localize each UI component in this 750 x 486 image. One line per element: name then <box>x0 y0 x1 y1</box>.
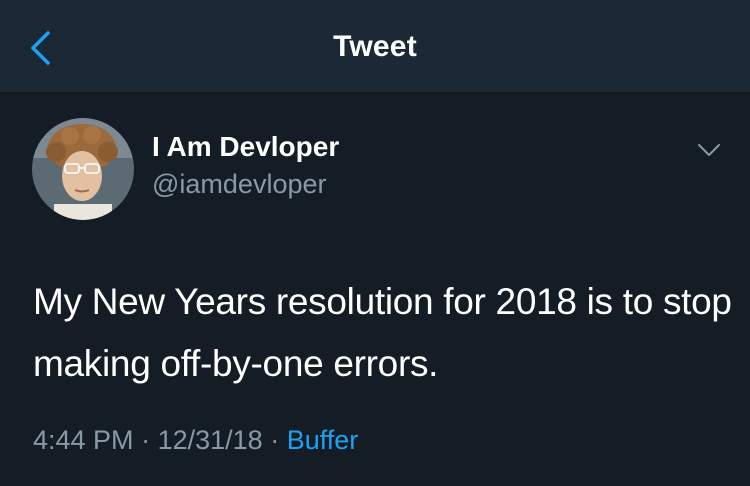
page-title: Tweet <box>333 30 417 63</box>
tweet-date: 12/31/18 <box>157 425 263 455</box>
author-display-name[interactable]: I Am Devloper <box>152 131 339 163</box>
tweet-source-link[interactable]: Buffer <box>287 425 359 455</box>
tweet-text: My New Years resolution for 2018 is to s… <box>33 281 732 384</box>
tweet-card: I Am Devloper @iamdevloper My New Years … <box>0 93 750 486</box>
meta-separator: · <box>270 425 280 455</box>
tweet-menu-button[interactable] <box>694 139 724 161</box>
meta-separator: · <box>141 425 151 455</box>
avatar[interactable] <box>32 118 134 220</box>
author-handle[interactable]: @iamdevloper <box>152 169 327 200</box>
tweet-time: 4:44 PM <box>33 425 134 455</box>
tweet-meta: 4:44 PM · 12/31/18 · Buffer <box>33 425 358 456</box>
chevron-down-icon <box>698 144 720 156</box>
top-navbar: Tweet <box>0 0 750 93</box>
avatar-image <box>32 118 134 220</box>
